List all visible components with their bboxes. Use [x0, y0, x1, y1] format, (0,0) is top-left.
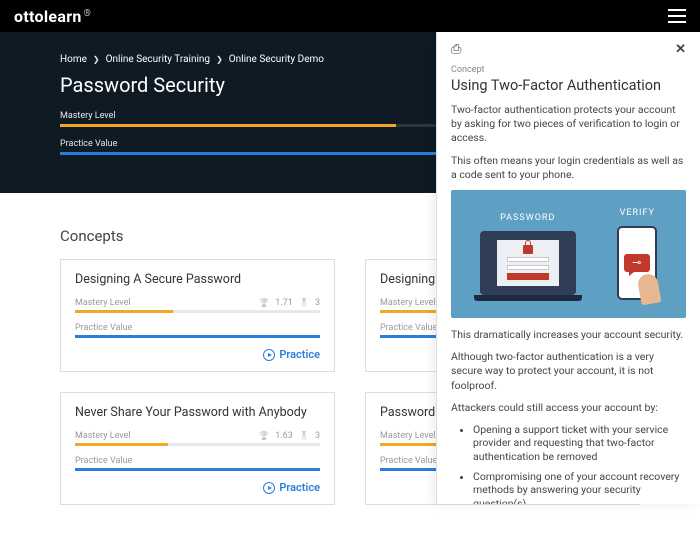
lock-icon: [523, 245, 533, 254]
breadcrumb-item[interactable]: Online Security Demo: [229, 54, 324, 65]
stat-value: 3: [315, 298, 320, 308]
breadcrumb-item[interactable]: Home: [60, 54, 87, 65]
practice-value-label: Practice Value: [75, 323, 132, 333]
stat-value: 3: [315, 431, 320, 441]
stat-value: 1.71: [275, 298, 293, 308]
menu-icon[interactable]: [668, 9, 686, 23]
laptop-icon: [480, 231, 576, 295]
practice-value-label: Practice Value: [380, 456, 437, 466]
panel-title: Using Two-Factor Authentication: [451, 77, 686, 95]
panel-illustration: PASSWORD VERIFY ⊸: [451, 190, 686, 318]
list-item: Opening a support ticket with your servi…: [473, 423, 686, 464]
panel-text: This often means your login credentials …: [451, 154, 686, 182]
hand-icon: [637, 272, 662, 305]
practice-value-label: Practice Value: [75, 456, 132, 466]
top-bar: ottolearn ®: [0, 0, 700, 32]
panel-text: Two-factor authentication protects your …: [451, 103, 686, 146]
concept-card[interactable]: Designing A Secure Password Mastery Leve…: [60, 259, 335, 372]
practice-label: Practice: [279, 348, 320, 361]
detail-panel: ⎙ ✕ Concept Using Two-Factor Authenticat…: [436, 32, 700, 504]
panel-text: This dramatically increases your account…: [451, 328, 686, 342]
close-icon[interactable]: ✕: [675, 42, 686, 57]
chevron-right-icon: ❯: [93, 55, 100, 64]
medal-icon: [299, 431, 309, 441]
card-title: Never Share Your Password with Anybody: [75, 405, 320, 421]
brand-mark: ®: [84, 9, 91, 19]
brand-name: ottolearn: [14, 7, 82, 26]
trophy-icon: [259, 298, 269, 308]
card-title: Designing A Secure Password: [75, 272, 320, 288]
practice-value-label: Practice Value: [380, 323, 437, 333]
mastery-label: Mastery Level: [380, 431, 436, 441]
mastery-label: Mastery Level: [75, 431, 131, 441]
mastery-label: Mastery Level: [75, 298, 131, 308]
phone-icon: ⊸: [617, 226, 657, 300]
key-icon: ⊸: [624, 254, 650, 272]
illus-label-password: PASSWORD: [500, 213, 555, 223]
medal-icon: [299, 298, 309, 308]
play-icon: [263, 482, 275, 494]
breadcrumb-item[interactable]: Online Security Training: [106, 54, 210, 65]
chevron-right-icon: ❯: [216, 55, 223, 64]
panel-text: Attackers could still access your accoun…: [451, 401, 686, 415]
concept-card[interactable]: Never Share Your Password with Anybody M…: [60, 392, 335, 505]
brand-logo[interactable]: ottolearn ®: [14, 7, 91, 26]
panel-eyebrow: Concept: [451, 65, 686, 75]
practice-label: Practice: [279, 481, 320, 494]
panel-text: Although two-factor authentication is a …: [451, 350, 686, 393]
play-icon: [263, 349, 275, 361]
practice-button[interactable]: Practice: [263, 348, 320, 361]
stat-value: 1.63: [275, 431, 293, 441]
practice-button[interactable]: Practice: [263, 481, 320, 494]
print-icon[interactable]: ⎙: [451, 42, 461, 57]
trophy-icon: [259, 431, 269, 441]
panel-bullets: Opening a support ticket with your servi…: [451, 423, 686, 504]
list-item: Compromising one of your account recover…: [473, 470, 686, 504]
mastery-label: Mastery Level: [380, 298, 436, 308]
illus-label-verify: VERIFY: [620, 208, 655, 218]
